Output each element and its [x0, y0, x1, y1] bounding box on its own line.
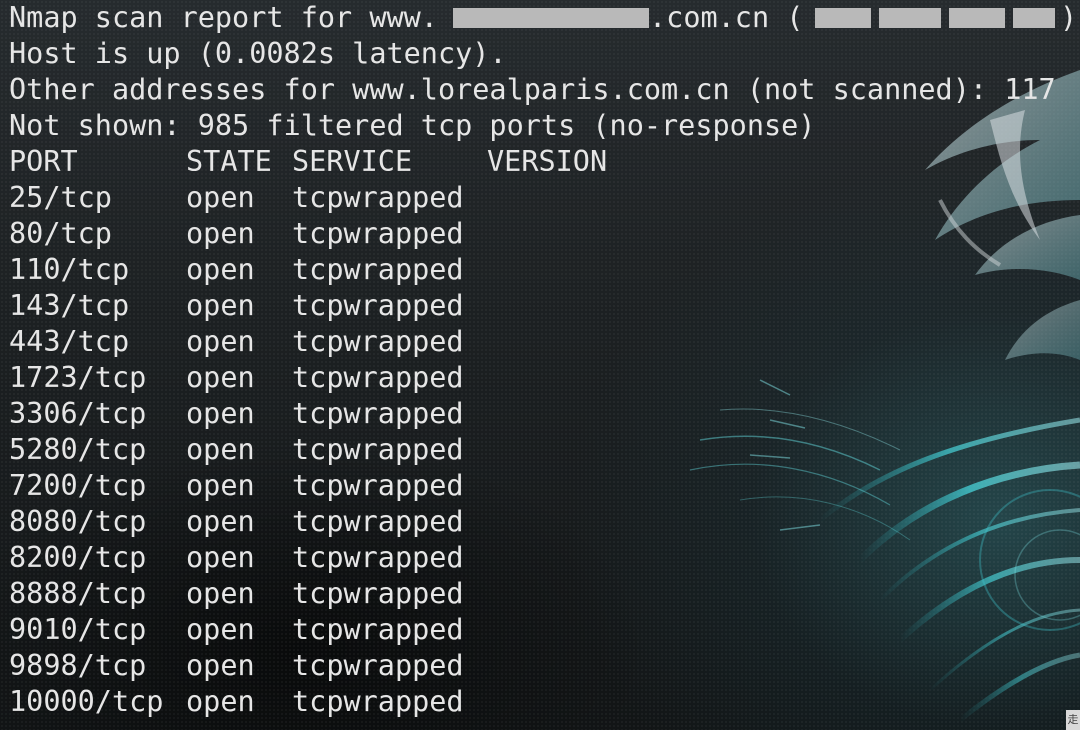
state-cell: open	[186, 541, 255, 574]
scan-report-end: )	[1060, 1, 1078, 34]
state-cell: open	[186, 469, 255, 502]
state-cell: open	[186, 397, 255, 430]
scan-report-suffix: .com.cn (	[649, 1, 804, 34]
service-cell: tcpwrapped	[292, 397, 464, 430]
port-cell: 3306/tcp	[9, 397, 147, 430]
table-row: 5280/tcp open tcpwrapped	[9, 432, 609, 468]
state-cell: open	[186, 613, 255, 646]
port-cell: 143/tcp	[9, 289, 130, 322]
table-row: 143/tcp open tcpwrapped	[9, 288, 609, 324]
port-cell: 80/tcp	[9, 217, 112, 250]
table-row: 7200/tcp open tcpwrapped	[9, 468, 609, 504]
port-cell: 1723/tcp	[9, 361, 147, 394]
port-cell: 25/tcp	[9, 181, 112, 214]
table-row: 25/tcp open tcpwrapped	[9, 180, 609, 216]
state-cell: open	[186, 181, 255, 214]
service-cell: tcpwrapped	[292, 613, 464, 646]
port-cell: 8080/tcp	[9, 505, 147, 538]
state-cell: open	[186, 217, 255, 250]
service-cell: tcpwrapped	[292, 361, 464, 394]
header-port: PORT	[9, 145, 78, 178]
service-cell: tcpwrapped	[292, 577, 464, 610]
terminal-window[interactable]: Nmap scan report for www. .com.cn () Host…	[0, 0, 1080, 730]
state-cell: open	[186, 361, 255, 394]
port-cell: 443/tcp	[9, 325, 130, 358]
scan-report-line: Nmap scan report for www. .com.cn ()	[9, 0, 1077, 36]
port-cell: 9898/tcp	[9, 649, 147, 682]
table-row: 10000/tcp open tcpwrapped	[9, 684, 609, 720]
service-cell: tcpwrapped	[292, 289, 464, 322]
state-cell: open	[186, 433, 255, 466]
table-row: 110/tcp open tcpwrapped	[9, 252, 609, 288]
redacted-ip-part	[1013, 8, 1055, 28]
host-status-line: Host is up (0.0082s latency).	[9, 37, 507, 70]
port-cell: 10000/tcp	[9, 685, 164, 718]
table-row: 3306/tcp open tcpwrapped	[9, 396, 609, 432]
corner-tag: 走	[1066, 710, 1080, 730]
service-cell: tcpwrapped	[292, 325, 464, 358]
state-cell: open	[186, 253, 255, 286]
state-cell: open	[186, 289, 255, 322]
header-state: STATE	[186, 145, 272, 178]
port-cell: 5280/tcp	[9, 433, 147, 466]
state-cell: open	[186, 505, 255, 538]
state-cell: open	[186, 577, 255, 610]
port-cell: 8888/tcp	[9, 577, 147, 610]
port-cell: 8200/tcp	[9, 541, 147, 574]
table-row: 9010/tcp open tcpwrapped	[9, 612, 609, 648]
other-addresses-line: Other addresses for www.lorealparis.com.…	[9, 73, 1056, 106]
table-row: 1723/tcp open tcpwrapped	[9, 360, 609, 396]
service-cell: tcpwrapped	[292, 685, 464, 718]
redacted-ip-part	[815, 8, 871, 28]
port-cell: 7200/tcp	[9, 469, 147, 502]
service-cell: tcpwrapped	[292, 505, 464, 538]
not-shown-line: Not shown: 985 filtered tcp ports (no-re…	[9, 109, 816, 142]
table-row: 443/tcp open tcpwrapped	[9, 324, 609, 360]
service-cell: tcpwrapped	[292, 217, 464, 250]
header-version: VERSION	[487, 145, 608, 178]
service-cell: tcpwrapped	[292, 469, 464, 502]
table-row: 8200/tcp open tcpwrapped	[9, 540, 609, 576]
table-row: 8080/tcp open tcpwrapped	[9, 504, 609, 540]
scan-report-prefix: Nmap scan report for www.	[9, 1, 438, 34]
table-row: 9898/tcp open tcpwrapped	[9, 648, 609, 684]
state-cell: open	[186, 685, 255, 718]
service-cell: tcpwrapped	[292, 253, 464, 286]
service-cell: tcpwrapped	[292, 181, 464, 214]
service-cell: tcpwrapped	[292, 649, 464, 682]
table-row: 80/tcp open tcpwrapped	[9, 216, 609, 252]
service-cell: tcpwrapped	[292, 433, 464, 466]
redacted-domain	[453, 8, 649, 28]
state-cell: open	[186, 649, 255, 682]
service-cell: tcpwrapped	[292, 541, 464, 574]
table-row: 8888/tcp open tcpwrapped	[9, 576, 609, 612]
header-service: SERVICE	[292, 145, 413, 178]
port-cell: 110/tcp	[9, 253, 130, 286]
redacted-ip-part	[879, 8, 941, 28]
state-cell: open	[186, 325, 255, 358]
table-header: PORT STATE SERVICE VERSION	[9, 144, 1009, 180]
port-cell: 9010/tcp	[9, 613, 147, 646]
redacted-ip-part	[949, 8, 1005, 28]
